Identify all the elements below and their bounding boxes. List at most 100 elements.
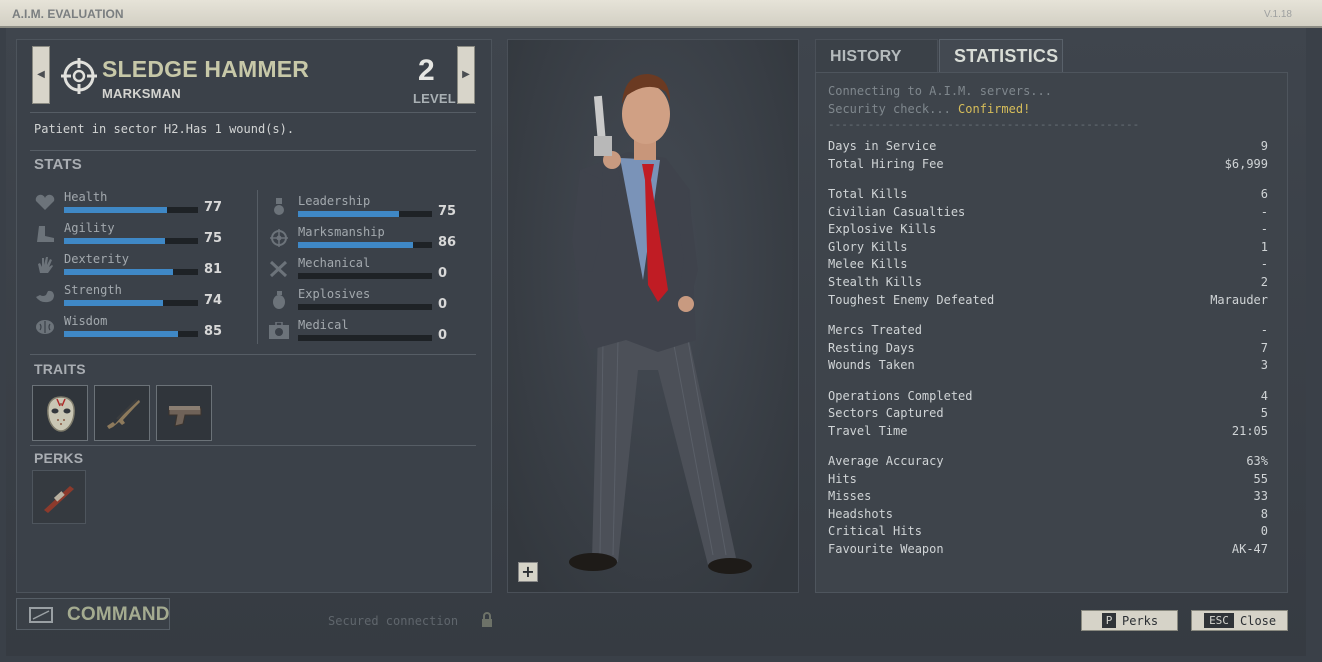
stat-bar bbox=[298, 273, 432, 279]
stat-number: 55 bbox=[1253, 472, 1268, 486]
stat-medical[interactable]: Medical 0 bbox=[268, 318, 468, 344]
stat-name: Marksmanship bbox=[298, 225, 385, 239]
stat-bar bbox=[64, 300, 198, 306]
stat-label: Days in Service bbox=[828, 139, 937, 153]
stat-number: - bbox=[1260, 205, 1268, 219]
stat-value: 74 bbox=[204, 293, 223, 308]
stat-number: 9 bbox=[1260, 139, 1268, 153]
traits-heading: TRAITS bbox=[34, 361, 86, 377]
level-label: LEVEL bbox=[413, 91, 456, 106]
list-item: Misses 33 bbox=[828, 489, 1268, 505]
command-button[interactable]: COMMAND bbox=[16, 598, 170, 630]
stat-label: Critical Hits bbox=[828, 524, 922, 538]
perk-slot[interactable] bbox=[32, 470, 86, 524]
stat-wisdom[interactable]: Wisdom 85 bbox=[34, 314, 234, 340]
list-item: Total Kills 6 bbox=[828, 187, 1268, 203]
stat-health[interactable]: Health 77 bbox=[34, 190, 234, 216]
stat-number: 8 bbox=[1260, 507, 1268, 521]
stat-bar bbox=[298, 211, 432, 217]
stat-number: 4 bbox=[1260, 389, 1268, 403]
hand-icon bbox=[38, 257, 53, 273]
list-item: Explosive Kills - bbox=[828, 222, 1268, 238]
close-button[interactable]: ESC Close bbox=[1191, 610, 1288, 631]
stat-name: Strength bbox=[64, 283, 122, 297]
stat-value: 85 bbox=[204, 324, 223, 339]
tools-icon bbox=[269, 260, 288, 278]
key-hint: P bbox=[1102, 613, 1116, 628]
stat-label: Travel Time bbox=[828, 424, 908, 438]
stat-number: 33 bbox=[1253, 489, 1268, 503]
grenade-icon bbox=[273, 291, 285, 309]
stat-label: Sectors Captured bbox=[828, 406, 944, 420]
stat-leadership[interactable]: Leadership 75 bbox=[268, 194, 468, 220]
list-item: Days in Service 9 bbox=[828, 139, 1268, 155]
close-label: Close bbox=[1240, 614, 1277, 628]
stat-bar bbox=[298, 335, 432, 341]
list-item: Mercs Treated - bbox=[828, 323, 1268, 339]
stat-bar bbox=[298, 242, 432, 248]
stat-number: AK-47 bbox=[1231, 542, 1268, 556]
stat-number: 5 bbox=[1260, 406, 1268, 420]
secured-connection-text: Secured connection bbox=[328, 614, 459, 628]
trait-slot[interactable] bbox=[32, 385, 88, 441]
boot-icon bbox=[37, 226, 54, 242]
list-item: Resting Days 7 bbox=[828, 341, 1268, 357]
divider bbox=[30, 150, 476, 151]
key-hint: ESC bbox=[1204, 613, 1234, 628]
command-label: COMMAND bbox=[67, 604, 170, 625]
perks-label: Perks bbox=[1122, 614, 1159, 628]
stat-bar bbox=[64, 331, 198, 337]
rifle-icon bbox=[107, 399, 140, 429]
stats-divider bbox=[257, 190, 258, 344]
trait-slot[interactable] bbox=[156, 385, 212, 441]
perks-button[interactable]: P Perks bbox=[1081, 610, 1178, 631]
scope-icon bbox=[44, 486, 74, 513]
trait-slot[interactable] bbox=[94, 385, 150, 441]
laptop-icon bbox=[29, 607, 53, 623]
tab-statistics[interactable]: STATISTICS bbox=[939, 39, 1063, 72]
tab-history[interactable]: HISTORY bbox=[815, 39, 938, 72]
stat-label: Melee Kills bbox=[828, 257, 908, 271]
hockey-mask-icon bbox=[47, 396, 75, 432]
stat-number: $6,999 bbox=[1224, 157, 1268, 171]
stat-bar bbox=[298, 304, 432, 310]
pistol-icon bbox=[168, 406, 202, 427]
next-merc-button[interactable]: ▶ bbox=[457, 46, 475, 104]
lock-icon bbox=[482, 612, 492, 627]
console-line: Connecting to A.I.M. servers... bbox=[828, 84, 1052, 98]
stat-explosives[interactable]: Explosives 0 bbox=[268, 287, 468, 313]
list-item: Operations Completed 4 bbox=[828, 389, 1268, 405]
stat-number: 2 bbox=[1260, 275, 1268, 289]
stat-bar bbox=[64, 269, 198, 275]
stat-number: 6 bbox=[1260, 187, 1268, 201]
medkit-icon bbox=[269, 322, 289, 339]
stat-number: Marauder bbox=[1210, 293, 1268, 307]
crosshair-icon bbox=[270, 229, 288, 247]
arm-icon bbox=[36, 290, 54, 303]
stat-mechanical[interactable]: Mechanical 0 bbox=[268, 256, 468, 282]
crosshair-icon bbox=[61, 58, 97, 94]
stat-label: Total Kills bbox=[828, 187, 908, 201]
zoom-plus-button[interactable]: + bbox=[518, 562, 538, 582]
prev-merc-button[interactable]: ◀ bbox=[32, 46, 50, 104]
stat-agility[interactable]: Agility 75 bbox=[34, 221, 234, 247]
stat-label: Total Hiring Fee bbox=[828, 157, 944, 171]
stat-dexterity[interactable]: Dexterity 81 bbox=[34, 252, 234, 278]
stat-strength[interactable]: Strength 74 bbox=[34, 283, 234, 309]
stat-value: 0 bbox=[438, 328, 448, 343]
stat-marksmanship[interactable]: Marksmanship 86 bbox=[268, 225, 468, 251]
stat-number: 63% bbox=[1246, 454, 1268, 468]
list-item: Average Accuracy 63% bbox=[828, 454, 1268, 470]
list-item: Toughest Enemy Defeated Marauder bbox=[828, 293, 1268, 309]
merc-level: 2 bbox=[418, 54, 435, 87]
stat-label: Toughest Enemy Defeated bbox=[828, 293, 995, 307]
stat-value: 77 bbox=[204, 200, 223, 215]
stat-value: 81 bbox=[204, 262, 223, 277]
window-title: A.I.M. EVALUATION bbox=[12, 7, 124, 21]
heart-icon bbox=[35, 194, 55, 210]
stat-name: Medical bbox=[298, 318, 349, 332]
stat-value: 75 bbox=[438, 204, 457, 219]
stat-label: Headshots bbox=[828, 507, 894, 521]
stat-number: 21:05 bbox=[1231, 424, 1268, 438]
stat-name: Mechanical bbox=[298, 256, 371, 270]
